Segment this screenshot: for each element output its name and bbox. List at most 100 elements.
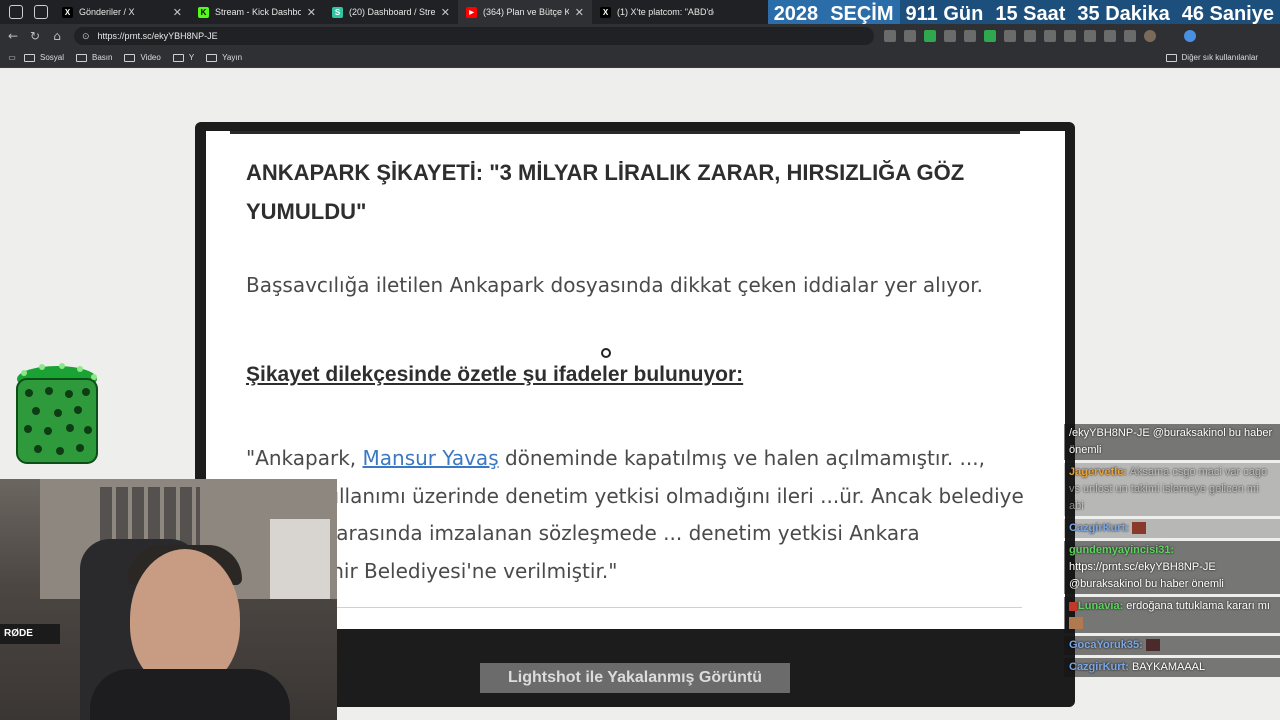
other-bookmarks[interactable]: Diğer sık kullanılanlar: [1165, 53, 1258, 62]
quote-start: "Ankapark,: [246, 446, 363, 470]
bookmark-label: Diğer sık kullanılanlar: [1181, 53, 1258, 62]
extension-icon[interactable]: [1064, 30, 1076, 42]
tab-kick-dashboard[interactable]: K Stream - Kick Dashboard ✕: [190, 0, 324, 24]
extension-icon[interactable]: [944, 30, 956, 42]
chat-nick: GocaYoruk35:: [1069, 639, 1143, 651]
streamlabs-logo-icon: S: [332, 6, 343, 18]
back-icon[interactable]: ←: [2, 29, 24, 43]
chat-message: Jagervetle: Aksama csgo maci var cago vs…: [1064, 463, 1280, 516]
bookmark-folder-sosyal[interactable]: Sosyal: [24, 53, 64, 62]
extension-icon[interactable]: [984, 30, 996, 42]
extension-icon[interactable]: [1024, 30, 1036, 42]
folder-icon: [76, 53, 88, 62]
extension-icon[interactable]: [1084, 30, 1096, 42]
menu-icon[interactable]: [1164, 30, 1176, 42]
chat-nick: Jagervetle:: [1069, 466, 1128, 478]
lightshot-watermark: Lightshot ile Yakalanmış Görüntü: [480, 663, 790, 693]
bookmark-folder-video[interactable]: Video: [124, 53, 161, 62]
chat-message: CazgirKurt:: [1064, 519, 1280, 538]
webcam-light-box: [270, 519, 330, 599]
profile-avatar[interactable]: [1144, 30, 1156, 42]
extension-icon[interactable]: [884, 30, 896, 42]
article-quote: "Ankapark, Mansur Yavaş döneminde kapatı…: [246, 440, 1036, 590]
chat-nick: gundemyayincisi31:: [1069, 544, 1175, 556]
chat-text: BAYKAMAAAL: [1131, 661, 1206, 673]
bookmarks-bar: ▭ Sosyal Basın Video Y Yayın Diğer sık k…: [0, 48, 1280, 68]
chat-overlay: /ekyYBH8NP-JE @buraksakinol bu haber öne…: [1064, 424, 1280, 720]
extension-icon[interactable]: [1044, 30, 1056, 42]
workspaces-icon[interactable]: [9, 5, 23, 19]
close-tab-icon[interactable]: ✕: [575, 6, 584, 19]
bookmark-folder-y[interactable]: Y: [172, 53, 195, 62]
home-icon[interactable]: ⌂: [46, 29, 68, 43]
extension-icon[interactable]: [964, 30, 976, 42]
divider: [230, 131, 1020, 134]
extension-icon[interactable]: [924, 30, 936, 42]
close-tab-icon[interactable]: ✕: [441, 6, 450, 19]
address-url: https://prnt.sc/ekyYBH8NP-JE: [97, 31, 218, 41]
extension-icon[interactable]: [1104, 30, 1116, 42]
emote-icon: [1145, 639, 1160, 652]
badge-icon: [1069, 601, 1078, 611]
address-bar[interactable]: ⊙ https://prnt.sc/ekyYBH8NP-JE: [74, 27, 874, 45]
chat-message: CazgirKurt: BAYKAMAAAL: [1064, 658, 1280, 677]
extension-icon[interactable]: [904, 30, 916, 42]
close-tab-icon[interactable]: ✕: [307, 6, 316, 19]
tab-youtube-plan-butce[interactable]: ▶ (364) Plan ve Bütçe K ✕: [458, 0, 592, 24]
countdown-hours: 15 Saat: [995, 2, 1066, 25]
site-info-icon[interactable]: ⊙: [82, 31, 90, 42]
tab-gonderiler[interactable]: X Gönderiler / X ✕: [54, 0, 190, 24]
emote-icon: [1131, 522, 1146, 535]
emote-icon: [1069, 617, 1083, 630]
tab-label: (1) X'te platcom: "ABD'de: [617, 7, 714, 17]
close-tab-icon[interactable]: ✕: [173, 6, 182, 19]
bookmark-label: Sosyal: [40, 53, 65, 62]
countdown-seconds: 46 Saniye: [1181, 2, 1274, 25]
chat-message: /ekyYBH8NP-JE @buraksakinol bu haber öne…: [1064, 424, 1280, 460]
tab-streamlabs[interactable]: S (20) Dashboard / Streamlabs ✕: [324, 0, 458, 24]
bookmark-label: Video: [140, 53, 161, 62]
navigation-bar: ← ↻ ⌂ ⊙ https://prnt.sc/ekyYBH8NP-JE: [0, 24, 1280, 48]
tab-label: Gönderiler / X: [79, 7, 135, 17]
chat-text: https://prnt.sc/ekyYBH8NP-JE @buraksakin…: [1069, 561, 1224, 590]
extension-icon[interactable]: [1124, 30, 1136, 42]
tab-label: (20) Dashboard / Streamlabs: [349, 7, 435, 17]
bookmark-folder-basin[interactable]: Basın: [76, 53, 112, 62]
extension-icon[interactable]: [1004, 30, 1016, 42]
kick-logo-icon: K: [198, 6, 209, 18]
article-paragraph: Başsavcılığa iletilen Ankapark dosyasınd…: [246, 273, 984, 297]
reload-icon[interactable]: ↻: [24, 29, 46, 43]
tab-label: (364) Plan ve Bütçe K: [483, 7, 569, 17]
chat-message: Lunavia: erdoğana tutuklama kararı mı: [1064, 597, 1280, 633]
copilot-icon[interactable]: [1184, 30, 1196, 42]
zoom-cursor-icon: [601, 348, 611, 358]
countdown-days: 911 Gün: [905, 2, 984, 25]
mansur-yavas-link[interactable]: Mansur Yavaş: [363, 446, 499, 470]
x-logo-icon: X: [62, 6, 73, 18]
article-subheading: Şikayet dilekçesinde özetle şu ifadeler …: [246, 363, 744, 386]
folder-icon: [1165, 53, 1177, 62]
trash-can-overlay-icon: [16, 363, 98, 464]
tab-actions-icon[interactable]: [34, 5, 48, 19]
chat-text: erdoğana tutuklama kararı mı: [1126, 600, 1270, 612]
countdown-minutes: 35 Dakika: [1077, 2, 1170, 25]
streamer-face: [130, 549, 240, 689]
microphone-brand: RØDE: [0, 624, 60, 644]
bookmark-label: Y: [188, 53, 195, 62]
wall-photo-frames: [100, 487, 200, 547]
extensions-toolbar: [884, 30, 1196, 42]
bookmark-label: Basın: [92, 53, 113, 62]
folder-icon: [172, 53, 184, 62]
webcam-feed: RØDE: [0, 479, 337, 720]
divider: [230, 607, 1022, 608]
chat-nick: CazgirKurt:: [1069, 522, 1129, 534]
bookmark-folder-yayin[interactable]: Yayın: [206, 53, 242, 62]
reading-list-icon[interactable]: ▭: [0, 53, 24, 62]
folder-icon: [124, 53, 136, 62]
article-headline: ANKAPARK ŞİKAYETİ: "3 MİLYAR LİRALIK ZAR…: [246, 160, 965, 224]
chat-nick: Lunavia:: [1078, 600, 1124, 612]
tab-label: Stream - Kick Dashboard: [215, 7, 301, 17]
tab-x-platcom[interactable]: X (1) X'te platcom: "ABD'de: [592, 0, 722, 24]
streamer-body: [90, 669, 290, 720]
folder-icon: [206, 53, 218, 62]
